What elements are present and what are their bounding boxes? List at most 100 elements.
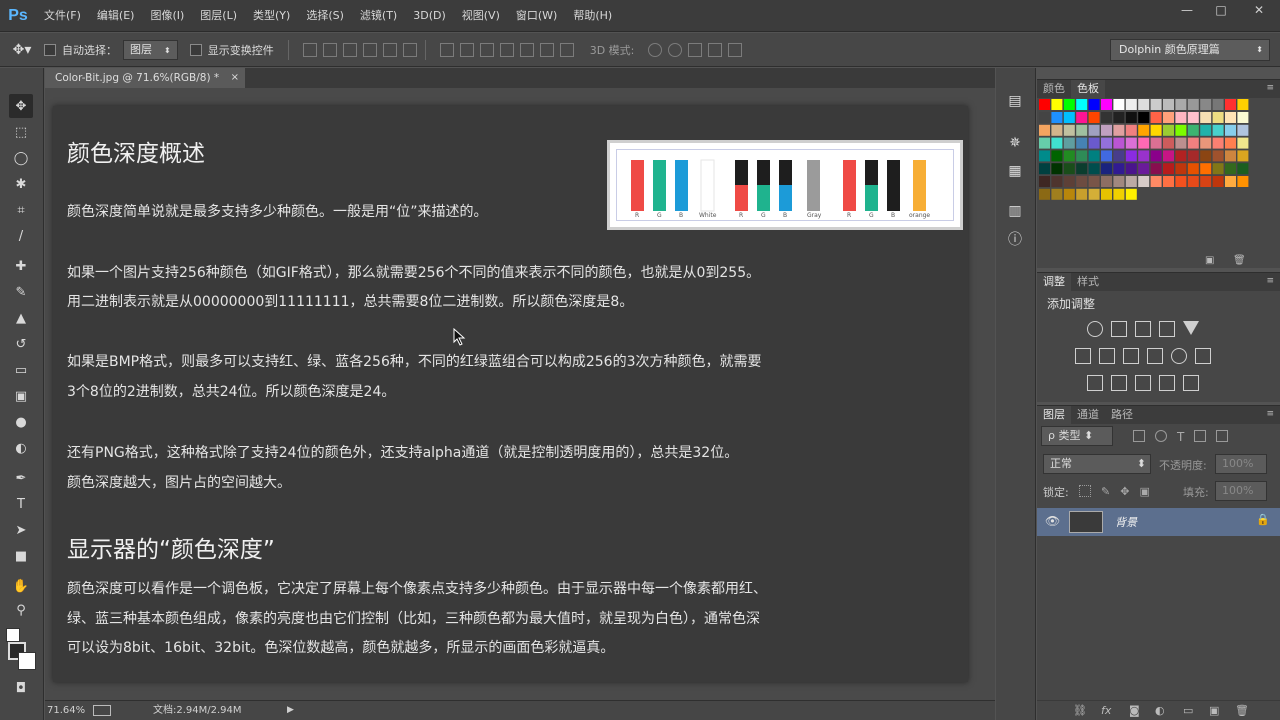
- panel-menu-icon[interactable]: ≡: [1266, 83, 1274, 93]
- filter-pixel-icon[interactable]: [1133, 430, 1145, 442]
- swatch[interactable]: [1150, 176, 1162, 187]
- swatch[interactable]: [1187, 150, 1199, 162]
- layer-filter-kind[interactable]: ρ 类型 ⬍: [1041, 426, 1113, 446]
- swatch[interactable]: [1088, 188, 1100, 200]
- crop-tool-icon[interactable]: ⌗: [9, 198, 33, 222]
- distribute-top-icon[interactable]: [439, 42, 454, 57]
- document-canvas[interactable]: 颜色深度概述 颜色深度简单说就是最多支持多少种颜色。一般是用“位”来描述的。 如…: [53, 106, 968, 682]
- swatch[interactable]: [1225, 163, 1236, 175]
- swatch[interactable]: [1051, 137, 1063, 149]
- menu-edit[interactable]: 编辑(E): [89, 0, 143, 32]
- swatch[interactable]: [1051, 188, 1063, 200]
- swatch[interactable]: [1063, 99, 1075, 110]
- auto-select-dropdown[interactable]: 图层 ⬍: [123, 39, 178, 60]
- threshold-icon[interactable]: [1135, 375, 1151, 391]
- swatch[interactable]: [1125, 188, 1137, 200]
- photo-filter-icon[interactable]: [1147, 348, 1163, 364]
- history-brush-tool-icon[interactable]: ↺: [9, 332, 33, 356]
- blend-mode-dropdown[interactable]: 正常 ⬍: [1043, 454, 1151, 474]
- brush-tool-icon[interactable]: ✎: [9, 280, 33, 304]
- swatch[interactable]: [1163, 137, 1174, 149]
- panel-menu-icon[interactable]: ≡: [1266, 409, 1274, 419]
- new-swatch-icon[interactable]: ▣: [1205, 255, 1214, 266]
- swatch[interactable]: [1200, 137, 1212, 149]
- panel-menu-icon[interactable]: ≡: [1266, 276, 1274, 286]
- swatch[interactable]: [1150, 163, 1162, 175]
- swatch[interactable]: [1138, 176, 1150, 187]
- swatch[interactable]: [1125, 112, 1137, 123]
- swatch[interactable]: [1175, 137, 1187, 149]
- swatch[interactable]: [1051, 124, 1063, 136]
- delete-swatch-icon[interactable]: 🗑: [1233, 255, 1246, 266]
- distribute-right-icon[interactable]: [539, 42, 554, 57]
- swatch[interactable]: [1039, 150, 1050, 162]
- swatch[interactable]: [1088, 150, 1100, 162]
- tab-color[interactable]: 颜色: [1037, 80, 1071, 98]
- close-button[interactable]: ✕: [1238, 0, 1280, 20]
- swatch[interactable]: [1039, 176, 1050, 187]
- swatch[interactable]: [1163, 163, 1174, 175]
- layer-comps-icon[interactable]: ▥: [1004, 200, 1026, 222]
- layer-row-background[interactable]: 👁 背景 🔒: [1037, 508, 1280, 536]
- rectangle-tool-icon[interactable]: ■: [9, 544, 33, 568]
- move-tool-icon[interactable]: ✥: [9, 94, 33, 118]
- swatch[interactable]: [1212, 163, 1224, 175]
- layer-name[interactable]: 背景: [1115, 514, 1137, 530]
- new-layer-icon[interactable]: ▣: [1209, 704, 1219, 717]
- distribute-vcenter-icon[interactable]: [459, 42, 474, 57]
- swatch[interactable]: [1063, 137, 1075, 149]
- align-top-icon[interactable]: [302, 42, 317, 57]
- swatch[interactable]: [1039, 163, 1050, 175]
- zoom-level[interactable]: 71.64%: [47, 701, 85, 720]
- swatch[interactable]: [1225, 112, 1236, 123]
- brush-presets-icon[interactable]: ▦: [1004, 160, 1026, 182]
- swatch[interactable]: [1212, 99, 1224, 110]
- minimize-button[interactable]: —: [1170, 0, 1204, 20]
- swatch[interactable]: [1101, 188, 1112, 200]
- swatch[interactable]: [1076, 124, 1088, 136]
- swatch[interactable]: [1200, 163, 1212, 175]
- path-select-tool-icon[interactable]: ➤: [9, 518, 33, 542]
- fx-icon[interactable]: fx: [1101, 704, 1111, 717]
- actions-panel-icon[interactable]: ✵: [1004, 132, 1026, 154]
- color-balance-icon[interactable]: [1099, 348, 1115, 364]
- link-layers-icon[interactable]: ⛓: [1073, 704, 1087, 717]
- swatch[interactable]: [1088, 176, 1100, 187]
- vibrance-icon[interactable]: [1183, 321, 1199, 335]
- swatch[interactable]: [1125, 163, 1137, 175]
- swatch[interactable]: [1163, 99, 1174, 110]
- swatch[interactable]: [1163, 112, 1174, 123]
- hand-tool-icon[interactable]: ✋: [9, 574, 33, 598]
- swatch[interactable]: [1163, 124, 1174, 136]
- swatch[interactable]: [1237, 176, 1249, 187]
- auto-align-icon[interactable]: [559, 42, 574, 57]
- filter-adjustment-icon[interactable]: [1155, 430, 1167, 442]
- eyedropper-tool-icon[interactable]: /: [9, 224, 33, 248]
- swatch[interactable]: [1113, 163, 1125, 175]
- new-group-icon[interactable]: ▭: [1183, 704, 1193, 717]
- swatch[interactable]: [1051, 163, 1063, 175]
- menu-view[interactable]: 视图(V): [454, 0, 508, 32]
- channel-mixer-icon[interactable]: [1171, 348, 1187, 364]
- align-hcenter-icon[interactable]: [382, 42, 397, 57]
- swatch[interactable]: [1237, 124, 1249, 136]
- swatch[interactable]: [1113, 188, 1125, 200]
- quick-mask-icon[interactable]: ◘: [9, 676, 33, 700]
- swatch[interactable]: [1237, 163, 1249, 175]
- dodge-tool-icon[interactable]: ◐: [9, 436, 33, 460]
- swatch[interactable]: [1138, 150, 1150, 162]
- slide-3d-icon[interactable]: [708, 42, 723, 57]
- swatch[interactable]: [1051, 150, 1063, 162]
- blur-tool-icon[interactable]: ●: [9, 410, 33, 434]
- swatch[interactable]: [1225, 137, 1236, 149]
- swatch[interactable]: [1175, 124, 1187, 136]
- history-panel-icon[interactable]: ▤: [1004, 90, 1026, 112]
- swatch[interactable]: [1187, 112, 1199, 123]
- lasso-tool-icon[interactable]: ◯: [9, 146, 33, 170]
- hue-saturation-icon[interactable]: [1075, 348, 1091, 364]
- lock-transparent-icon[interactable]: [1079, 485, 1091, 497]
- canvas-area[interactable]: 颜色深度概述 颜色深度简单说就是最多支持多少种颜色。一般是用“位”来描述的。 如…: [45, 88, 995, 700]
- lock-all-icon[interactable]: ▣: [1139, 485, 1149, 498]
- zoom-tool-icon[interactable]: ⚲: [9, 598, 33, 622]
- levels-icon[interactable]: [1111, 321, 1127, 337]
